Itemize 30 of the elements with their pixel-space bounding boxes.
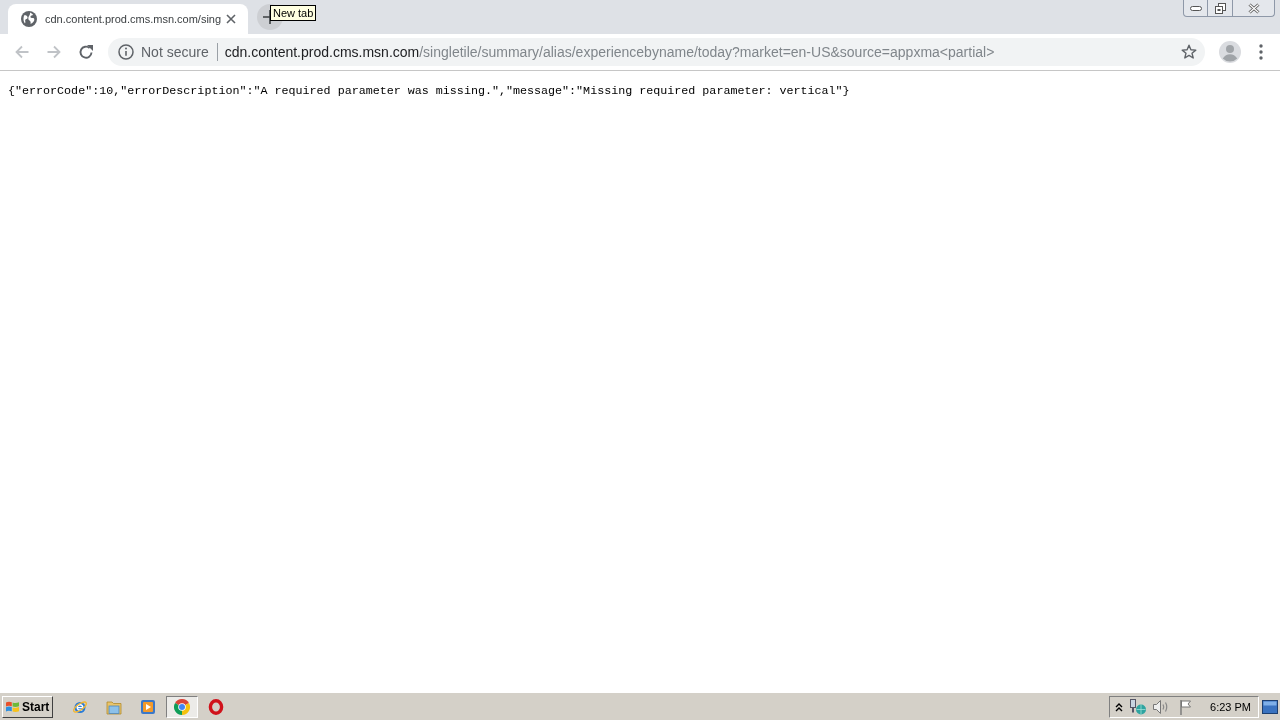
e-globe-icon [72,698,88,715]
browser-tab[interactable]: cdn.content.prod.cms.msn.com/sing [8,4,248,34]
network-icon[interactable] [1129,698,1148,715]
o-logo-icon [208,698,224,715]
url-text: cdn.content.prod.cms.msn.com/singletile/summary/alias/experiencebyname/today?market=en-US&source=appxma<partial> [224,44,995,60]
start-button[interactable]: Start [2,695,53,718]
browser-icon [174,698,190,715]
menu-icon[interactable] [1259,44,1263,60]
folder-icon [106,698,122,715]
close-icon[interactable] [226,14,236,24]
reload-icon[interactable] [78,44,94,60]
star-icon[interactable] [1181,44,1197,60]
close-button[interactable] [1233,0,1275,17]
tooltip: New tab [270,5,317,21]
clock[interactable]: 6:23 PM [1210,700,1251,713]
minimize-button[interactable] [1183,0,1208,17]
flag-logo-icon [5,699,20,714]
show-desktop-icon[interactable] [1262,699,1278,714]
restore-icon [1214,2,1226,14]
security-label: Not secure [141,44,209,60]
close-icon [1247,2,1260,14]
info-icon[interactable] [118,44,134,60]
globe-icon [21,11,37,27]
address-bar[interactable]: Not secure cdn.content.prod.cms.msn.com/singletile/summary/alias/experiencebyname/today?market=en-US&source=appxma<partial> [108,38,1205,66]
restore-button[interactable] [1208,0,1233,17]
json-response-text: {"errorCode":10,"errorDescription":"A required parameter was missing.","message":"Missing required parameter: vertical"} [8,84,850,99]
minimize-icon [1189,5,1202,11]
play-icon [140,698,156,715]
taskbar-button[interactable] [166,695,198,718]
avatar-icon[interactable] [1219,41,1241,63]
